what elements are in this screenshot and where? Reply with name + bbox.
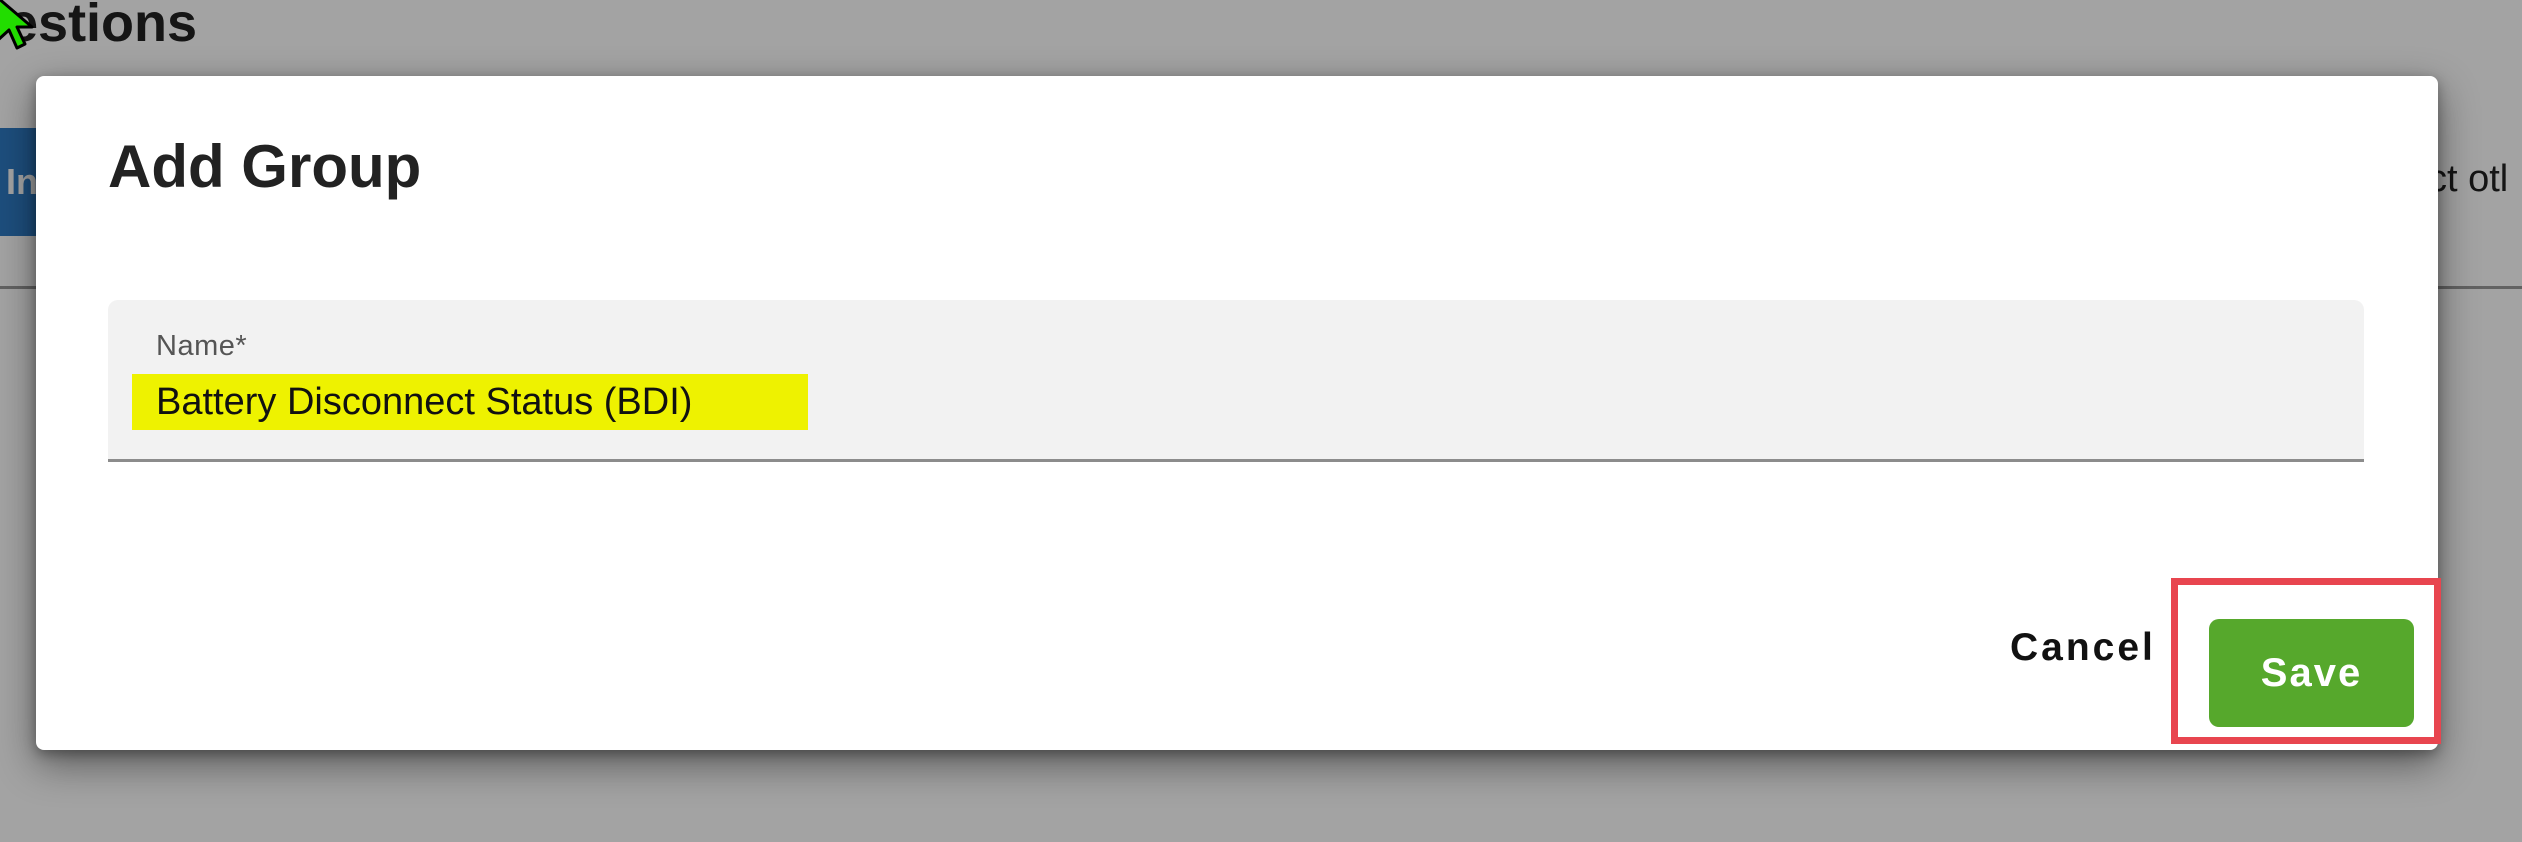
name-field-label: Name* — [156, 330, 248, 362]
save-button[interactable]: Save — [2209, 619, 2414, 727]
name-field[interactable]: Name* — [108, 300, 2364, 462]
name-input[interactable] — [132, 374, 808, 430]
cancel-button[interactable]: Cancel — [2000, 616, 2166, 680]
dialog-title: Add Group — [108, 133, 422, 200]
add-group-dialog: Add Group Name* Cancel — [36, 76, 2438, 750]
mouse-pointer-icon — [0, 0, 34, 50]
